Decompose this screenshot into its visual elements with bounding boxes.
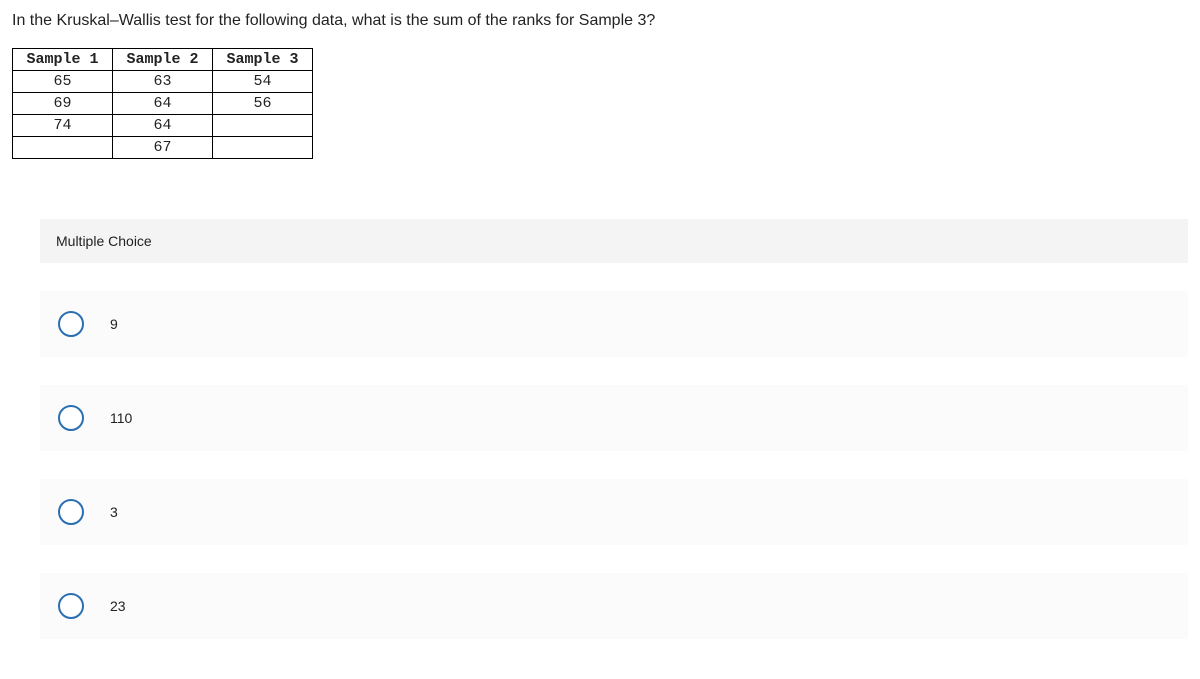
table-row: 67 (13, 137, 313, 159)
option-1[interactable]: 110 (40, 385, 1188, 451)
table-header: Sample 2 (113, 49, 213, 71)
table-cell: 64 (113, 115, 213, 137)
table-cell: 56 (213, 93, 313, 115)
table-cell: 65 (13, 71, 113, 93)
radio-icon[interactable] (58, 499, 84, 525)
table-cell: 69 (13, 93, 113, 115)
multiple-choice-container: Multiple Choice 9 110 3 23 (40, 219, 1188, 639)
table-header-row: Sample 1 Sample 2 Sample 3 (13, 49, 313, 71)
table-cell (213, 115, 313, 137)
radio-icon[interactable] (58, 405, 84, 431)
option-label: 3 (110, 504, 118, 520)
option-label: 9 (110, 316, 118, 332)
option-3[interactable]: 23 (40, 573, 1188, 639)
table-cell: 64 (113, 93, 213, 115)
table-header: Sample 3 (213, 49, 313, 71)
option-label: 110 (110, 410, 132, 426)
table-header: Sample 1 (13, 49, 113, 71)
table-row: 65 63 54 (13, 71, 313, 93)
multiple-choice-title: Multiple Choice (40, 219, 1188, 263)
table-cell: 67 (113, 137, 213, 159)
data-table: Sample 1 Sample 2 Sample 3 65 63 54 69 6… (12, 48, 313, 159)
question-text: In the Kruskal–Wallis test for the follo… (12, 12, 1188, 30)
radio-icon[interactable] (58, 593, 84, 619)
table-cell: 63 (113, 71, 213, 93)
option-label: 23 (110, 598, 126, 614)
table-row: 69 64 56 (13, 93, 313, 115)
option-2[interactable]: 3 (40, 479, 1188, 545)
table-cell: 54 (213, 71, 313, 93)
radio-icon[interactable] (58, 311, 84, 337)
option-0[interactable]: 9 (40, 291, 1188, 357)
table-cell (213, 137, 313, 159)
table-row: 74 64 (13, 115, 313, 137)
table-cell: 74 (13, 115, 113, 137)
table-cell (13, 137, 113, 159)
